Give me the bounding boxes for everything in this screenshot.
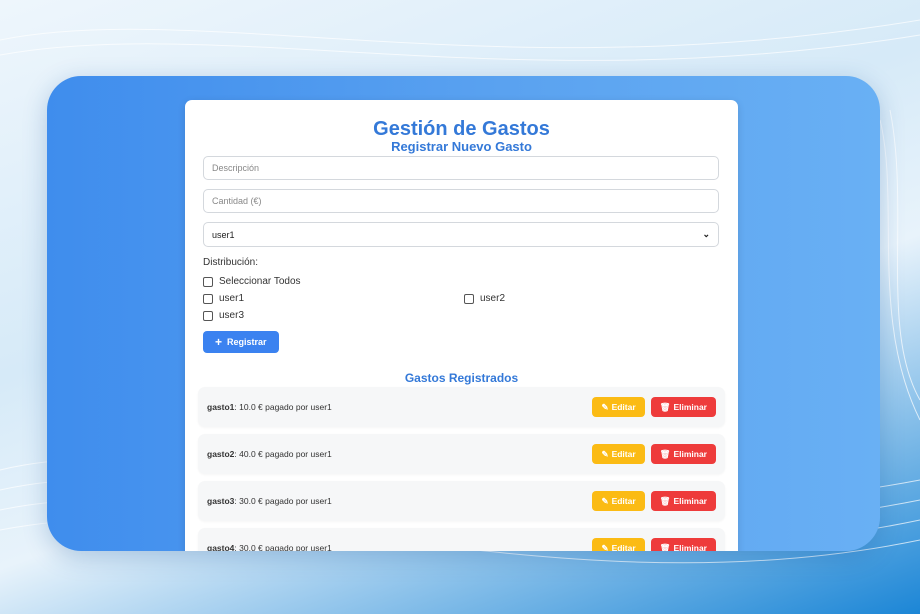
trash-icon: 🗑 [659,401,671,412]
expense-detail: : 10.0 € pagado por user1 [234,402,332,412]
expense-name: gasto2 [207,449,235,459]
list-item: gasto2: 40.0 € pagado por user1 ✎ Editar … [198,434,725,474]
amount-input[interactable] [203,189,719,213]
edit-button-label: Editar [611,543,636,551]
edit-button[interactable]: ✎ Editar [592,538,645,552]
delete-button-label: Eliminar [673,449,707,459]
user3-checkbox[interactable] [203,310,213,321]
delete-button-label: Eliminar [673,496,707,506]
payer-select-value: user1 [212,229,235,240]
edit-icon: ✎ [601,495,609,506]
delete-button[interactable]: 🗑 Eliminar [650,444,716,464]
delete-button[interactable]: 🗑 Eliminar [650,397,716,417]
form-title: Registrar Nuevo Gasto [391,139,532,154]
expense-card: Gestión de Gastos Registrar Nuevo Gasto … [185,100,738,551]
register-button[interactable]: + Registrar [203,331,279,353]
edit-button-label: Editar [611,402,636,412]
app-panel: Gestión de Gastos Registrar Nuevo Gasto … [47,76,880,551]
expense-list: gasto1: 10.0 € pagado por user1 ✎ Editar … [198,387,725,551]
expense-text: gasto3: 30.0 € pagado por user1 [207,496,332,506]
edit-icon: ✎ [601,448,609,459]
user-checkbox-row[interactable]: user1 [203,290,464,307]
select-all-label: Seleccionar Todos [219,276,301,287]
trash-icon: 🗑 [659,542,671,552]
expense-text: gasto4: 30.0 € pagado por user1 [207,543,332,551]
edit-button[interactable]: ✎ Editar [592,444,645,464]
list-item: gasto4: 30.0 € pagado por user1 ✎ Editar … [198,528,725,551]
expense-actions: ✎ Editar 🗑 Eliminar [592,538,716,551]
payer-select[interactable]: user1 ⌄ [203,222,719,247]
expense-detail: : 30.0 € pagado por user1 [234,543,332,551]
select-all-checkbox-row[interactable]: Seleccionar Todos [203,273,720,290]
edit-button-label: Editar [611,449,636,459]
register-button-label: Registrar [227,337,267,347]
user1-label: user1 [219,293,245,304]
delete-button[interactable]: 🗑 Eliminar [650,538,716,552]
expense-list-title: Gastos Registrados [404,371,519,385]
list-item: gasto1: 10.0 € pagado por user1 ✎ Editar … [198,387,725,427]
trash-icon: 🗑 [659,495,671,506]
delete-button-label: Eliminar [673,402,707,412]
expense-name: gasto3 [207,496,235,506]
expense-name: gasto1 [207,402,235,412]
user2-checkbox[interactable] [464,293,474,304]
user3-label: user3 [219,310,245,321]
user-checkbox-grid: user1 user2 user3 [203,290,720,324]
expense-actions: ✎ Editar 🗑 Eliminar [592,491,716,511]
expense-detail: : 40.0 € pagado por user1 [234,449,332,459]
plus-icon: + [215,335,223,349]
expense-name: gasto4 [207,543,235,551]
edit-button[interactable]: ✎ Editar [592,397,645,417]
description-input[interactable] [203,156,719,180]
user2-label: user2 [480,293,506,304]
user1-checkbox[interactable] [203,293,213,304]
user-checkbox-row[interactable]: user3 [203,307,464,324]
expense-actions: ✎ Editar 🗑 Eliminar [592,397,716,417]
page-title: Gestión de Gastos [373,118,550,140]
select-all-checkbox[interactable] [203,276,213,287]
expense-text: gasto2: 40.0 € pagado por user1 [207,449,332,459]
delete-button-label: Eliminar [673,543,707,551]
user-checkbox-row[interactable]: user2 [464,290,719,307]
list-item: gasto3: 30.0 € pagado por user1 ✎ Editar … [198,481,725,521]
edit-button-label: Editar [611,496,636,506]
chevron-down-icon: ⌄ [702,229,710,239]
expense-actions: ✎ Editar 🗑 Eliminar [592,444,716,464]
expense-text: gasto1: 10.0 € pagado por user1 [207,402,332,412]
edit-icon: ✎ [601,401,609,412]
edit-icon: ✎ [601,542,609,552]
delete-button[interactable]: 🗑 Eliminar [650,491,716,511]
expense-detail: : 30.0 € pagado por user1 [234,496,332,506]
distribution-label: Distribución: [203,257,259,268]
edit-button[interactable]: ✎ Editar [592,491,645,511]
trash-icon: 🗑 [659,448,671,459]
